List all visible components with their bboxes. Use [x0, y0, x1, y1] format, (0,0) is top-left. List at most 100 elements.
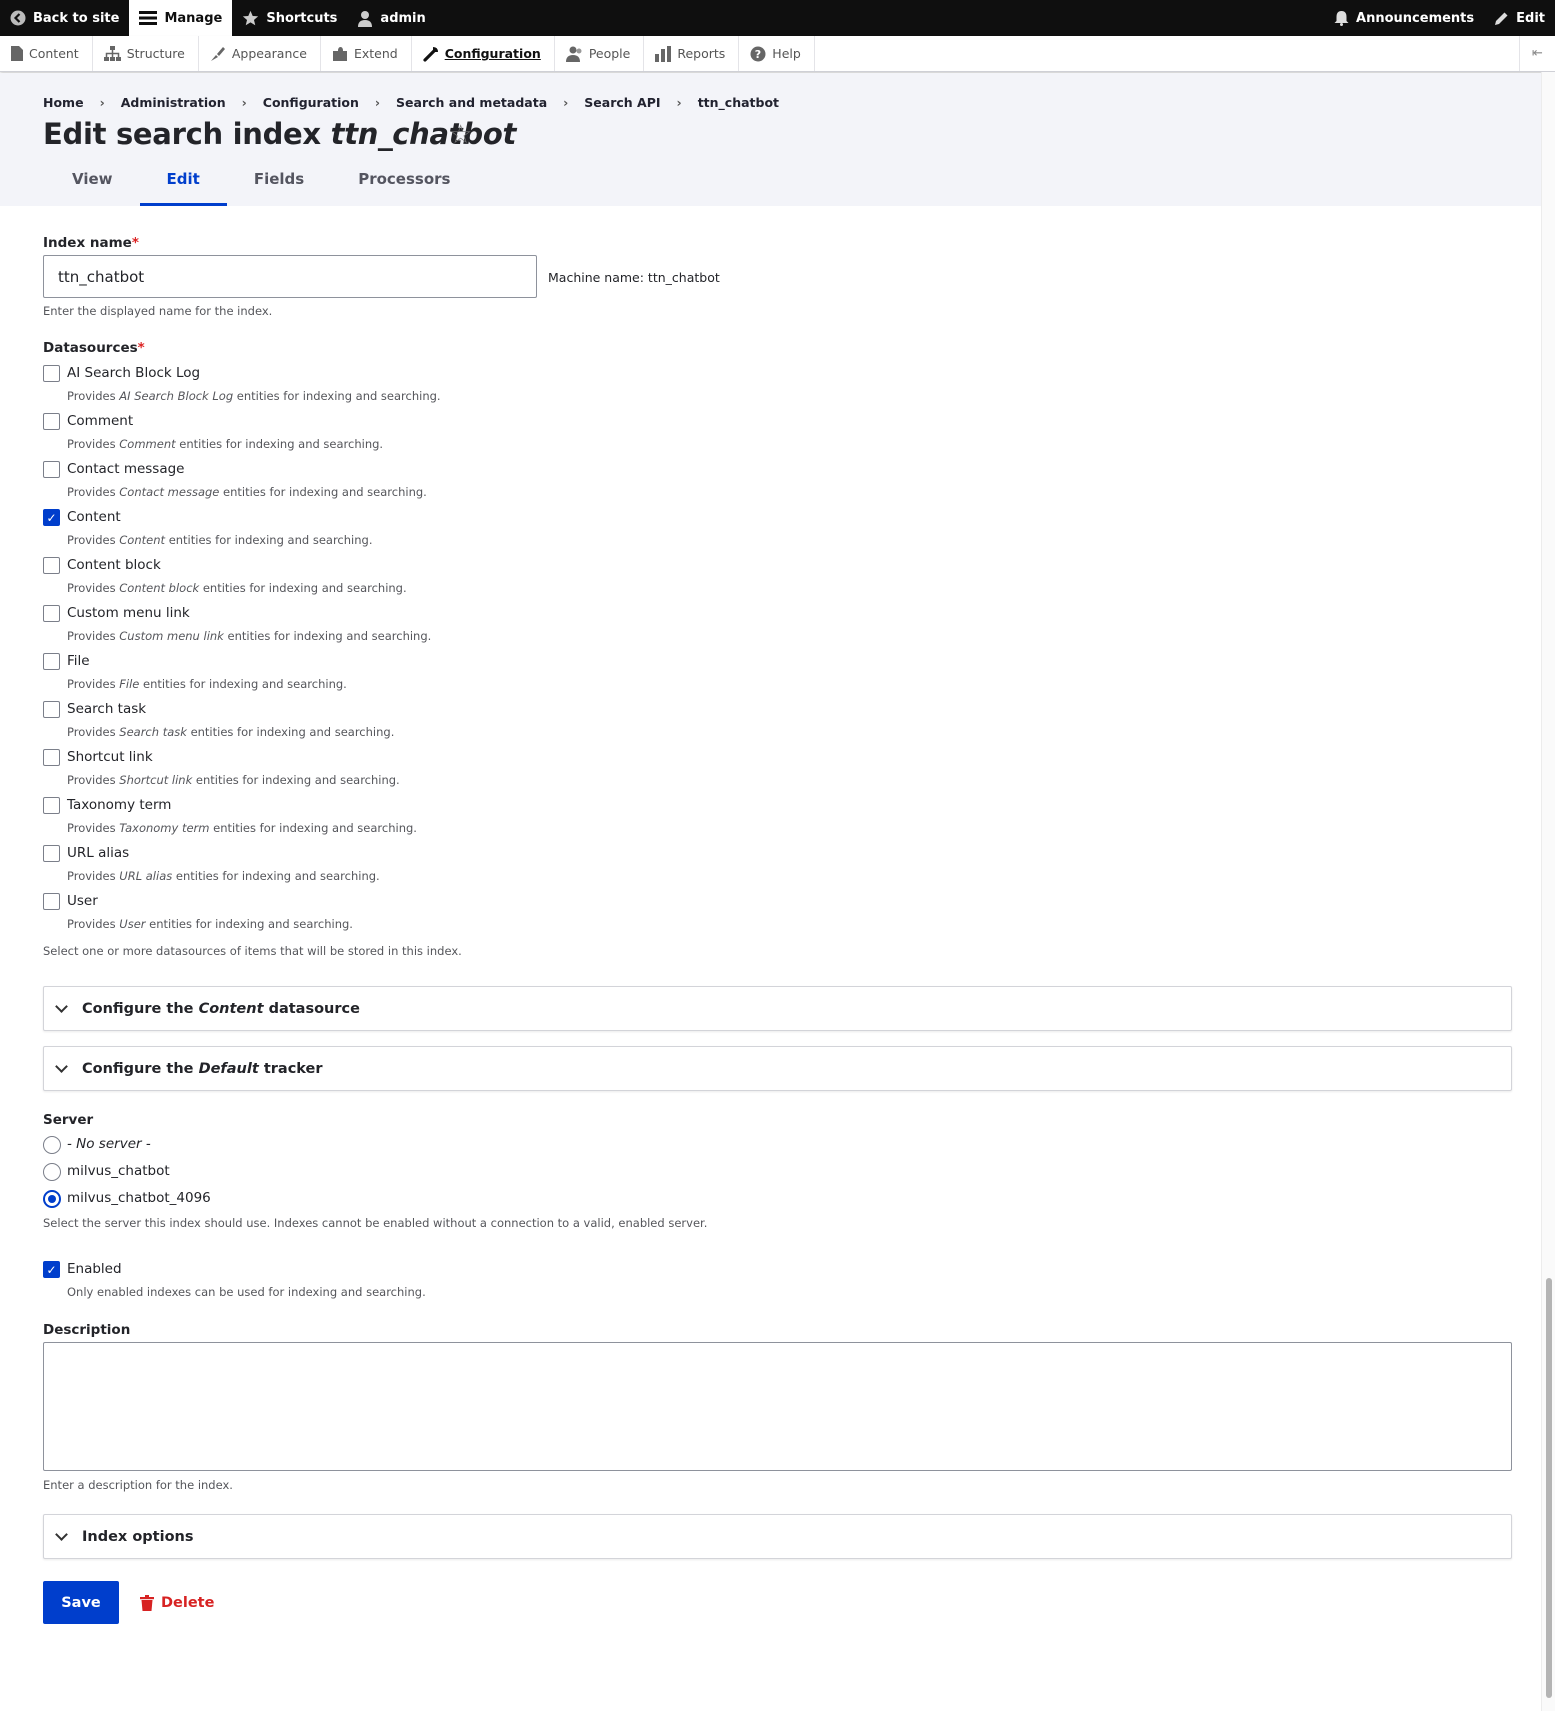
page-title-prefix: Edit search index	[43, 117, 321, 151]
page-header: Home › Administration › Configuration › …	[0, 73, 1555, 206]
back-to-site-label: Back to site	[33, 10, 120, 26]
datasource-checkbox[interactable]	[43, 461, 60, 478]
description-suffix: entities for indexing and searching.	[179, 437, 384, 451]
breadcrumb-configuration[interactable]: Configuration	[263, 95, 359, 110]
tab-view[interactable]: View	[45, 151, 140, 206]
description-textarea[interactable]	[43, 1342, 1512, 1471]
datasource-checkbox[interactable]	[43, 557, 60, 574]
index-name-label-text: Index name	[43, 235, 132, 251]
datasource-description: Provides Shortcut link entities for inde…	[67, 773, 400, 787]
tray-item-content[interactable]: Content	[0, 36, 93, 71]
datasource-description: Provides User entities for indexing and …	[67, 917, 353, 931]
tray-item-label: Configuration	[444, 46, 541, 61]
tray-item-structure[interactable]: Structure	[93, 36, 199, 71]
description-suffix: entities for indexing and searching.	[227, 629, 432, 643]
scrollbar-thumb[interactable]	[1546, 1278, 1552, 1698]
tray-item-help[interactable]: ? Help	[739, 36, 815, 71]
edit-tab[interactable]: Edit	[1484, 0, 1555, 36]
datasource-description: Provides AI Search Block Log entities fo…	[67, 389, 441, 403]
description-entity: Content	[119, 533, 166, 547]
datasource-label[interactable]: Taxonomy term	[67, 797, 171, 813]
checkmark-icon: ✓	[46, 510, 57, 525]
datasource-description: Provides Search task entities for indexi…	[67, 725, 394, 739]
tray-item-appearance[interactable]: Appearance	[199, 36, 321, 71]
back-to-site-link[interactable]: Back to site	[0, 0, 129, 36]
trash-icon	[140, 1594, 154, 1611]
datasource-description: Provides File entities for indexing and …	[67, 677, 347, 691]
index-name-label: Index name*	[43, 235, 139, 251]
scrollbar[interactable]	[1541, 72, 1555, 1711]
server-option-label[interactable]: milvus_chatbot_4096	[67, 1190, 211, 1206]
back-arrow-icon	[10, 10, 26, 26]
manage-tab[interactable]: Manage	[129, 0, 233, 36]
enabled-help: Only enabled indexes can be used for ind…	[67, 1285, 426, 1299]
index-options-details[interactable]: Index options	[43, 1514, 1512, 1559]
datasource-label[interactable]: Comment	[67, 413, 133, 429]
configure-default-tracker-details[interactable]: Configure the Default tracker	[43, 1046, 1512, 1091]
description-suffix: entities for indexing and searching.	[236, 389, 441, 403]
datasource-checkbox[interactable]	[43, 749, 60, 766]
datasource-label[interactable]: Contact message	[67, 461, 185, 477]
index-name-input[interactable]: ttn_chatbot	[43, 255, 537, 298]
tray-item-configuration[interactable]: Configuration	[412, 36, 555, 71]
description-entity: Content block	[119, 581, 200, 595]
delete-button[interactable]: Delete	[140, 1581, 214, 1624]
datasource-label[interactable]: URL alias	[67, 845, 129, 861]
save-button[interactable]: Save	[43, 1581, 119, 1624]
server-radio[interactable]	[43, 1136, 61, 1154]
tray-item-people[interactable]: People	[555, 36, 645, 71]
enabled-label[interactable]: Enabled	[67, 1261, 122, 1277]
description-prefix: Provides	[67, 581, 116, 595]
breadcrumb-separator-icon: ›	[241, 95, 247, 110]
server-option-label[interactable]: - No server -	[67, 1136, 151, 1152]
datasource-checkbox[interactable]: ✓	[43, 509, 60, 526]
breadcrumb-current[interactable]: ttn_chatbot	[698, 95, 779, 110]
tray-item-extend[interactable]: Extend	[321, 36, 412, 71]
description-suffix: entities for indexing and searching.	[202, 581, 407, 595]
description-prefix: Provides	[67, 821, 116, 835]
shortcuts-tab[interactable]: Shortcuts	[232, 0, 347, 36]
datasource-checkbox[interactable]	[43, 413, 60, 430]
datasource-label[interactable]: AI Search Block Log	[67, 365, 200, 381]
datasource-label[interactable]: Content	[67, 509, 121, 525]
tray-item-reports[interactable]: Reports	[644, 36, 740, 71]
datasource-checkbox[interactable]	[43, 845, 60, 862]
description-prefix: Provides	[67, 437, 116, 451]
datasource-checkbox[interactable]	[43, 701, 60, 718]
add-shortcut-star-icon[interactable]: ☆	[449, 120, 472, 150]
tab-fields[interactable]: Fields	[227, 151, 331, 206]
description-prefix: Provides	[67, 629, 116, 643]
datasource-checkbox[interactable]	[43, 653, 60, 670]
datasource-label[interactable]: Shortcut link	[67, 749, 153, 765]
people-icon	[565, 46, 582, 62]
datasource-checkbox[interactable]	[43, 893, 60, 910]
description-suffix: entities for indexing and searching.	[175, 869, 380, 883]
description-suffix: entities for indexing and searching.	[213, 821, 417, 835]
server-radio[interactable]	[43, 1190, 61, 1208]
collapse-tray-icon[interactable]: ⇤	[1519, 36, 1555, 71]
breadcrumb-home[interactable]: Home	[43, 95, 84, 110]
user-tab[interactable]: admin	[347, 0, 435, 36]
announcements-label: Announcements	[1356, 10, 1475, 26]
announcements-tab[interactable]: Announcements	[1324, 0, 1484, 36]
datasource-label[interactable]: User	[67, 893, 98, 909]
server-option-label[interactable]: milvus_chatbot	[67, 1163, 170, 1179]
datasource-checkbox[interactable]	[43, 605, 60, 622]
datasource-checkbox[interactable]	[43, 365, 60, 382]
tab-edit[interactable]: Edit	[139, 151, 228, 206]
configure-content-datasource-details[interactable]: Configure the Content datasource	[43, 986, 1512, 1031]
breadcrumb-search-metadata[interactable]: Search and metadata	[396, 95, 547, 110]
datasource-label[interactable]: Custom menu link	[67, 605, 190, 621]
datasource-checkbox[interactable]	[43, 797, 60, 814]
description-prefix: Provides	[67, 773, 116, 787]
enabled-checkbox[interactable]: ✓	[43, 1261, 60, 1278]
breadcrumb-search-api[interactable]: Search API	[584, 95, 660, 110]
datasource-label[interactable]: Search task	[67, 701, 146, 717]
local-tasks: View Edit Fields Processors	[45, 151, 477, 206]
datasource-label[interactable]: Content block	[67, 557, 161, 573]
server-radio[interactable]	[43, 1163, 61, 1181]
datasource-label[interactable]: File	[67, 653, 90, 669]
tray-item-label: Content	[29, 46, 79, 61]
tab-processors[interactable]: Processors	[331, 151, 477, 206]
breadcrumb-administration[interactable]: Administration	[121, 95, 226, 110]
